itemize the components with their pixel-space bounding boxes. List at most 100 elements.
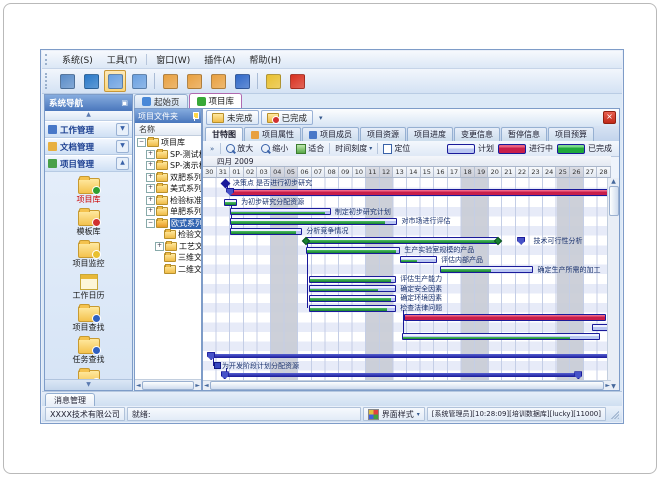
tree-item-二维文件[interactable]: 二维文件	[135, 264, 201, 276]
gantt-vscroll-thumb[interactable]	[609, 186, 619, 216]
exit-button[interactable]	[286, 70, 308, 92]
collapse-minus-icon[interactable]: −	[137, 138, 146, 147]
tab-项目预算[interactable]: 项目预算	[548, 127, 594, 141]
expand-plus-icon[interactable]: +	[146, 184, 155, 193]
tab-项目成员[interactable]: 项目成员	[302, 127, 359, 141]
menu-item-1[interactable]: 系统(S)	[55, 52, 100, 67]
task-bar[interactable]	[309, 305, 396, 312]
more-filters-icon[interactable]: ▾	[315, 114, 327, 122]
expand-plus-icon[interactable]: +	[146, 196, 155, 205]
toolbar-grip[interactable]	[45, 73, 52, 90]
sidebar-group-2[interactable]: 文档管理▼	[45, 138, 132, 155]
menu-item-3[interactable]: 窗口(W)	[149, 52, 197, 67]
sidebar-item-模板库[interactable]: 模板库	[45, 207, 132, 237]
lock-button[interactable]	[262, 70, 284, 92]
zoom-out-button[interactable]: 缩小	[258, 142, 291, 155]
sidebar-item-工作日历[interactable]: 工作日历	[45, 271, 132, 301]
tab-起始页[interactable]: 起始页	[134, 94, 188, 108]
tree-item-三维文件[interactable]: 三维文件	[135, 252, 201, 264]
scroll-up-icon[interactable]: ▲	[611, 178, 616, 185]
tab-甘特图[interactable]: 甘特图	[205, 127, 243, 141]
task-bar[interactable]	[306, 237, 498, 244]
tab-项目库[interactable]: 项目库	[189, 93, 243, 108]
tab-项目进度[interactable]: 项目进度	[407, 127, 453, 141]
sidebar-item-任务查找[interactable]: 任务查找	[45, 335, 132, 365]
tab-变更信息[interactable]: 变更信息	[454, 127, 500, 141]
task-bar[interactable]	[306, 247, 401, 254]
tree-scroll-thumb[interactable]	[142, 381, 195, 390]
scroll-left-icon[interactable]: ◄	[204, 382, 209, 389]
sidebar-group-3[interactable]: 项目管理▲	[45, 155, 132, 172]
menubar-grip[interactable]	[45, 54, 52, 66]
tree-item-单肥系列[interactable]: +单肥系列	[135, 206, 201, 218]
scroll-left-icon[interactable]: ◄	[136, 382, 141, 389]
sidebar-item-项目查找[interactable]: 项目查找	[45, 303, 132, 333]
fit-button[interactable]: 适合	[293, 142, 327, 155]
gantt-chart[interactable]: 决策点 是否进行初步研究为初步研究分配资源制定初步研究计划对市场进行评估分析竞争…	[203, 178, 611, 380]
sidebar-item-项目文档查找[interactable]: 项目文档查找	[45, 367, 132, 379]
task-bar[interactable]	[224, 199, 237, 206]
scroll-right-icon[interactable]: ►	[605, 382, 610, 389]
time-scale-button[interactable]: 时间刻度▾	[332, 142, 375, 155]
task-bar[interactable]	[402, 333, 601, 340]
tree-item-欧式系列[interactable]: −欧式系列	[135, 218, 201, 230]
folder-view-button[interactable]	[128, 70, 150, 92]
chevron-down-icon[interactable]: ▼	[116, 123, 129, 136]
tree-item-检验标准[interactable]: +检验标准	[135, 195, 201, 207]
calendar-add-button[interactable]	[159, 70, 181, 92]
menu-item-4[interactable]: 插件(A)	[197, 52, 242, 67]
task-bar[interactable]	[400, 256, 437, 263]
toolbar-overflow-icon[interactable]: »	[206, 145, 218, 153]
tab-message-management[interactable]: 消息管理	[45, 393, 95, 406]
pin-icon[interactable]	[191, 112, 198, 121]
close-panel-button[interactable]: ×	[603, 111, 616, 124]
tree-item-项目库[interactable]: −项目库	[135, 137, 201, 149]
expand-plus-icon[interactable]: +	[146, 161, 155, 170]
locate-button[interactable]: 定位	[380, 142, 413, 155]
filter-未完成[interactable]: 未完成	[206, 110, 259, 125]
menu-item-5[interactable]: 帮助(H)	[242, 52, 288, 67]
open-folder-button[interactable]	[104, 70, 126, 92]
expand-plus-icon[interactable]: +	[155, 242, 164, 251]
calendar-edit-button[interactable]	[183, 70, 205, 92]
task-bar[interactable]	[404, 314, 605, 321]
interface-style-button[interactable]: 界面样式▾	[363, 407, 425, 421]
chevron-down-icon[interactable]: ▼	[116, 140, 129, 153]
expand-plus-icon[interactable]: +	[146, 207, 155, 216]
tab-项目资源[interactable]: 项目资源	[360, 127, 406, 141]
tree-item-检验文件[interactable]: 检验文件	[135, 229, 201, 241]
task-bar[interactable]	[309, 276, 396, 283]
tree-item-工艺文件[interactable]: +工艺文件	[135, 241, 201, 253]
globe-button[interactable]	[80, 70, 102, 92]
task-bar[interactable]	[440, 266, 534, 273]
task-bar[interactable]	[230, 228, 302, 235]
gantt-hscroll-thumb[interactable]	[210, 381, 605, 390]
menu-item-2[interactable]: 工具(T)	[100, 52, 145, 67]
gantt-horizontal-scrollbar[interactable]: ◄►	[203, 380, 611, 390]
scroll-right-icon[interactable]: ►	[195, 382, 200, 389]
task-bar[interactable]	[230, 218, 397, 225]
collapse-minus-icon[interactable]: −	[146, 219, 155, 228]
tree-horizontal-scrollbar[interactable]: ◄►	[135, 379, 201, 390]
tree-column-header[interactable]: 名称	[135, 123, 201, 136]
task-bar[interactable]	[230, 208, 331, 215]
sidebar-scroll-up[interactable]: ▲	[45, 111, 132, 121]
tree-item-双肥系列[interactable]: +双肥系列	[135, 172, 201, 184]
tree-item-SP-演示机系[interactable]: +SP-演示机系	[135, 160, 201, 172]
task-bar[interactable]	[230, 189, 611, 196]
sidebar-scroll-down[interactable]: ▼	[45, 379, 132, 390]
sidebar-item-项目监控[interactable]: 项目监控	[45, 239, 132, 269]
filter-已完成[interactable]: 已完成	[261, 110, 314, 125]
tree-item-美式系列[interactable]: +美式系列	[135, 183, 201, 195]
tab-暂停信息[interactable]: 暂停信息	[501, 127, 547, 141]
calendar-delete-button[interactable]	[207, 70, 229, 92]
tree-item-SP-测试机系[interactable]: +SP-测试机系	[135, 149, 201, 161]
sidebar-collapse-icon[interactable]: ▣	[121, 99, 128, 107]
task-bar[interactable]	[309, 295, 396, 302]
tab-项目属性[interactable]: 项目属性	[244, 127, 301, 141]
sidebar-item-项目库[interactable]: 项目库	[45, 175, 132, 205]
chevron-up-icon[interactable]: ▲	[116, 157, 129, 170]
expand-plus-icon[interactable]: +	[146, 173, 155, 182]
resize-grip[interactable]	[610, 410, 619, 419]
task-bar[interactable]	[309, 285, 396, 292]
